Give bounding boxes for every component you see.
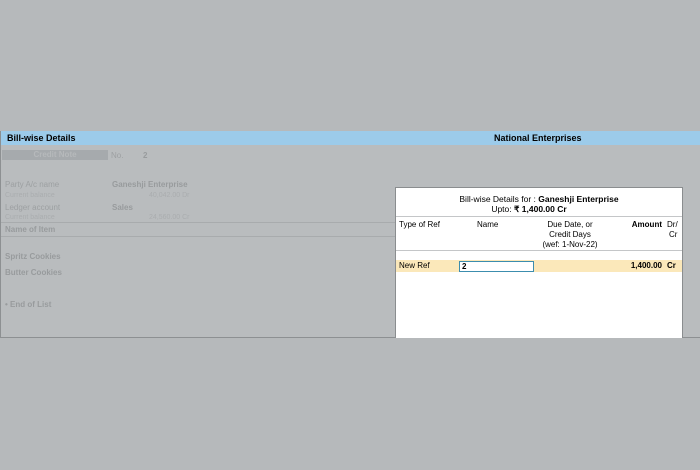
ledger-balance-label: Current balance [5, 214, 55, 221]
popup-party-name: Ganeshji Enterprise [538, 194, 619, 204]
party-balance-value: 40,042.00 Dr [149, 192, 190, 199]
popup-title-prefix: Bill-wise Details for : [459, 194, 536, 204]
company-name: National Enterprises [494, 133, 582, 143]
upto-label: Upto: [491, 204, 512, 214]
amount-value[interactable]: 1,400.00 [606, 260, 662, 272]
item-column-header: Name of Item [5, 225, 56, 234]
column-name: Name [477, 220, 499, 229]
bill-entry-row[interactable]: New Ref 1,400.00 Cr [396, 260, 682, 272]
type-of-ref-value[interactable]: New Ref [399, 260, 430, 272]
window-title: Bill-wise Details [7, 133, 76, 143]
end-of-list: • End of List [5, 300, 52, 309]
voucher-no-value: 2 [143, 151, 148, 160]
bill-name-input[interactable] [459, 261, 534, 272]
item-header-top-line [1, 222, 396, 223]
voucher-no-label: No. [111, 151, 124, 160]
ledger-value: Sales [112, 203, 133, 212]
party-value: Ganeshji Enterprise [112, 180, 188, 189]
party-balance-label: Current balance [5, 192, 55, 199]
column-drcr-line1: Dr/ [667, 220, 678, 229]
header-separator [396, 216, 682, 217]
column-amount: Amount [631, 220, 662, 229]
column-due-date-line1: Due Date, or [547, 220, 593, 229]
ledger-balance-value: 24,560.00 Cr [149, 214, 190, 221]
party-label: Party A/c name [5, 180, 60, 189]
bill-wise-popup: Bill-wise Details for : Ganeshji Enterpr… [395, 187, 683, 338]
item-row: Butter Cookies [5, 268, 62, 277]
column-due-date-line2: Credit Days [549, 230, 591, 239]
item-header-bottom-line [1, 236, 396, 237]
column-type-of-ref: Type of Ref [399, 220, 440, 229]
ledger-label: Ledger account [5, 203, 61, 212]
column-drcr-line2: Cr [669, 230, 678, 239]
popup-header: Bill-wise Details for : Ganeshji Enterpr… [396, 194, 682, 214]
item-row: Spritz Cookies [5, 252, 61, 261]
voucher-type-label: Credit Note [2, 150, 108, 160]
column-separator [396, 250, 682, 251]
upto-value: ₹ 1,400.00 Cr [514, 204, 567, 214]
title-bar: Bill-wise Details National Enterprises [1, 131, 700, 145]
drcr-value[interactable]: Cr [667, 260, 676, 272]
column-due-date-line3: (wef: 1-Nov-22) [542, 240, 598, 249]
